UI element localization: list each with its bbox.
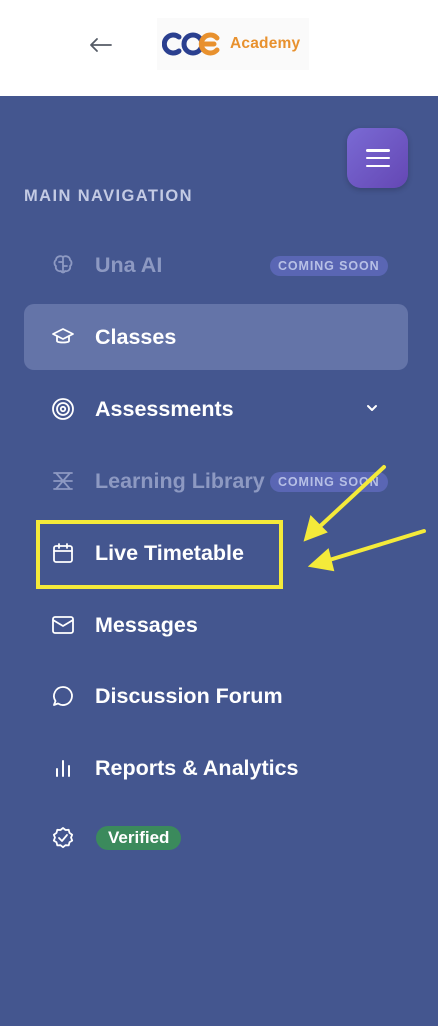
sidebar-item-reports-analytics[interactable]: Reports & Analytics [24,735,408,801]
academy-logo[interactable]: Academy [157,18,309,70]
library-icon [50,468,76,494]
bar-chart-icon [50,755,76,781]
back-button[interactable] [86,30,116,60]
sidebar-item-label: Discussion Forum [95,683,283,708]
chat-bubble-icon [50,683,76,709]
menu-toggle-button[interactable] [347,128,408,188]
sidebar-item-label: Learning Library [95,468,265,493]
sidebar-item-classes[interactable]: Classes [24,304,408,370]
hamburger-icon [365,149,390,167]
sidebar-item-label: Messages [95,612,198,637]
logo-text: Academy [230,35,301,52]
chevron-down-icon[interactable] [362,398,382,418]
sidebar-item-label: Assessments [95,396,234,421]
verified-badge-icon [50,825,76,851]
sidebar-item-label: Reports & Analytics [95,755,299,780]
section-title: MAIN NAVIGATION [24,187,193,205]
sidebar-item-label: Classes [95,324,177,349]
sidebar-item-una-ai[interactable]: Una AI COMING SOON [24,232,408,298]
logo-mark-icon [162,32,220,56]
sidebar-item-discussion-forum[interactable]: Discussion Forum [24,663,408,729]
arrow-left-icon [90,38,112,52]
highlight-box [36,520,283,589]
verified-badge: Verified [96,826,182,850]
sidebar-item-verified[interactable]: Verified [24,805,408,871]
top-bar: Academy [0,0,438,96]
target-icon [50,396,76,422]
coming-soon-badge: COMING SOON [270,256,388,276]
sidebar-item-messages[interactable]: Messages [24,592,408,658]
sidebar-item-assessments[interactable]: Assessments [24,376,408,442]
graduation-cap-icon [50,324,76,350]
mail-icon [50,612,76,638]
sidebar-item-learning-library[interactable]: Learning Library COMING SOON [24,448,408,514]
coming-soon-badge: COMING SOON [270,472,388,492]
brain-icon [50,252,76,278]
sidebar-item-label: Una AI [95,252,163,277]
